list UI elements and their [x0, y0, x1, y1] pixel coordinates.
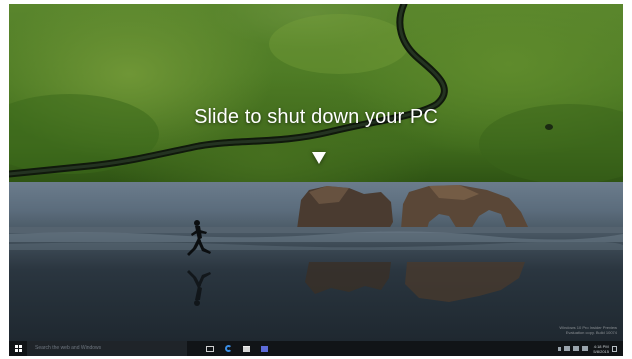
store-icon [260, 345, 268, 352]
down-triangle-icon[interactable] [312, 152, 326, 164]
clock-date: 5/8/2015 [593, 348, 609, 354]
desktop: Windows 10 Pro Insider Preview Evaluatio… [9, 182, 623, 341]
screen: Slide to shut down your PC Windows 10 Pr… [9, 4, 623, 356]
action-center-icon[interactable] [612, 345, 617, 352]
file-explorer-button[interactable] [237, 341, 255, 356]
clock-time: 4:18 PM [593, 343, 609, 349]
system-tray: 4:18 PM 5/8/2015 [558, 344, 623, 354]
start-button[interactable] [9, 341, 27, 356]
search-box[interactable]: Search the web and Windows [27, 341, 187, 356]
edition-watermark: Windows 10 Pro Insider Preview Evaluatio… [559, 325, 617, 335]
task-view-button[interactable] [201, 341, 219, 356]
keyboard-icon[interactable] [582, 346, 589, 351]
slide-to-shutdown-panel[interactable]: Slide to shut down your PC [9, 4, 623, 182]
file-explorer-icon [242, 345, 250, 352]
network-icon[interactable] [564, 346, 571, 351]
volume-icon[interactable] [573, 346, 580, 351]
task-view-icon [206, 345, 214, 352]
edge-icon [224, 345, 232, 352]
clock[interactable]: 4:18 PM 5/8/2015 [593, 344, 609, 354]
windows-logo-icon [14, 345, 22, 352]
edge-button[interactable] [219, 341, 237, 356]
store-button[interactable] [255, 341, 273, 356]
watermark-line-2: Evaluation copy. Build 10074 [565, 330, 617, 335]
slide-to-shutdown-message: Slide to shut down your PC [194, 106, 438, 128]
taskbar: Search the web and Windows 4:18 PM 5/8/2… [9, 341, 623, 356]
chevron-up-icon[interactable] [558, 346, 562, 351]
beach-runner-wallpaper [9, 185, 623, 306]
